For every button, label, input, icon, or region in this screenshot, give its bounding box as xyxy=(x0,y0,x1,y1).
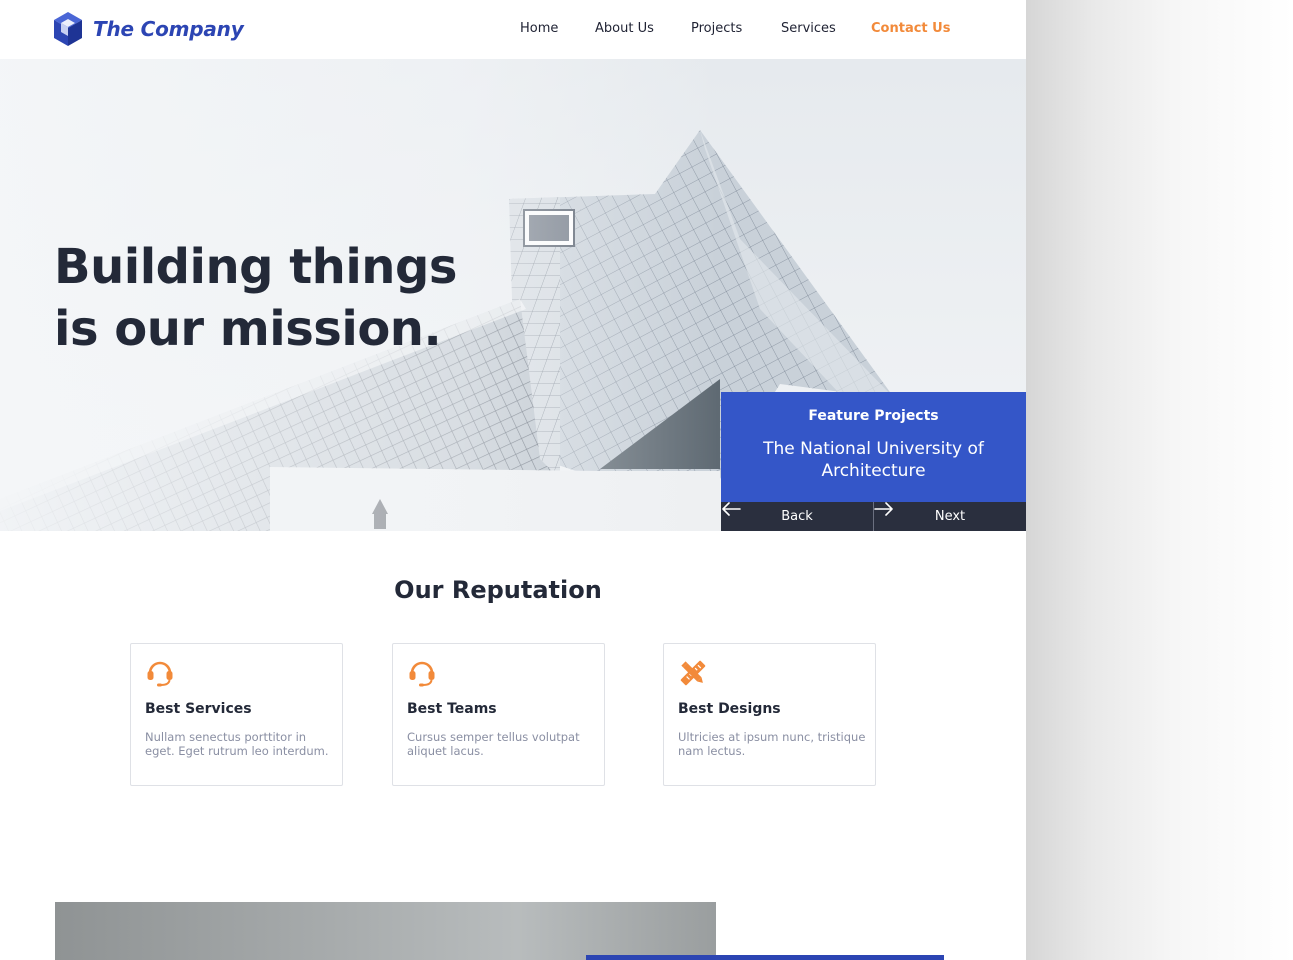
card-text: Ultricies at ipsum nunc, tristique nam l… xyxy=(678,730,866,758)
next-button[interactable]: Next xyxy=(874,502,1026,531)
feature-project-name[interactable]: The National University of Architecture xyxy=(743,438,1004,482)
feature-projects-label: Feature Projects xyxy=(808,408,939,424)
nav-services[interactable]: Services xyxy=(781,21,836,36)
feature-project-nav: Back Next xyxy=(721,502,1026,531)
design-tools-icon xyxy=(680,660,706,686)
site-header: The Company Home About Us Projects Servi… xyxy=(0,0,1026,59)
reputation-card-services: Best Services Nullam senectus porttitor … xyxy=(130,643,343,786)
feature-project-card: Feature Projects The National University… xyxy=(721,392,1026,502)
nav-about-us[interactable]: About Us xyxy=(595,21,654,36)
main-nav: Home About Us Projects Services Contact … xyxy=(0,21,1026,41)
headset-icon xyxy=(147,661,173,687)
card-title: Best Designs xyxy=(678,701,781,717)
card-text: Cursus semper tellus volutpat aliquet la… xyxy=(407,730,580,758)
hero-section: Building things is our mission. Feature … xyxy=(0,59,1026,531)
section-preview-image xyxy=(55,902,716,960)
headset-icon xyxy=(409,661,435,687)
next-label: Next xyxy=(934,509,966,524)
card-text: Nullam senectus porttitor in eget. Eget … xyxy=(145,730,329,758)
nav-projects[interactable]: Projects xyxy=(691,21,742,36)
page-side-background xyxy=(1026,0,1293,960)
card-title: Best Teams xyxy=(407,701,497,717)
card-title: Best Services xyxy=(145,701,252,717)
reputation-card-designs: Best Designs Ultricies at ipsum nunc, tr… xyxy=(663,643,876,786)
back-label: Back xyxy=(781,509,813,524)
reputation-title: Our Reputation xyxy=(394,576,602,604)
hero-headline-line1: Building things xyxy=(54,239,457,295)
back-button[interactable]: Back xyxy=(721,502,873,531)
arrow-right-icon xyxy=(874,502,893,516)
hero-headline-line2: is our mission. xyxy=(54,301,442,357)
website-page: The Company Home About Us Projects Servi… xyxy=(0,0,1026,960)
hero-headline: Building things is our mission. xyxy=(54,236,514,360)
arrow-left-icon xyxy=(722,502,741,516)
reputation-card-teams: Best Teams Cursus semper tellus volutpat… xyxy=(392,643,605,786)
section-preview-accent-bar xyxy=(586,955,944,960)
nav-home[interactable]: Home xyxy=(520,21,558,36)
nav-contact-us[interactable]: Contact Us xyxy=(871,21,950,36)
